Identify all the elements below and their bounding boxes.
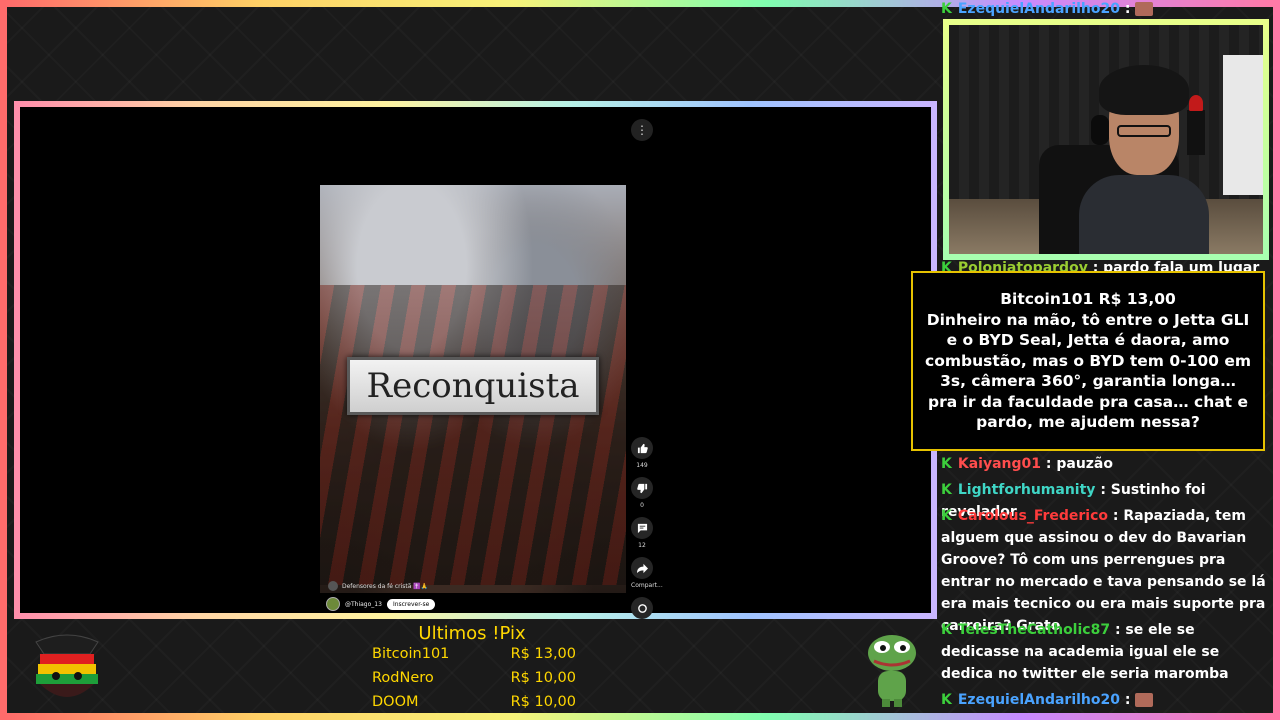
- pix-name: RodNero: [372, 670, 434, 686]
- comments-button[interactable]: 12: [631, 517, 653, 549]
- rasta-mascot-icon: [35, 634, 99, 697]
- chat-text: :: [1124, 1, 1131, 17]
- pix-name: DOOM: [372, 694, 419, 710]
- painting-figures: [320, 285, 626, 585]
- channel-avatar[interactable]: [326, 597, 340, 611]
- microphone: [1187, 110, 1205, 155]
- donation-message: Dinheiro na mão, tô entre o Jetta GLI e …: [925, 310, 1251, 432]
- main-screen-capture: Reconquista Defensores da fé cristã ✝️🙏 …: [14, 101, 937, 619]
- pix-entry: RodNero R$ 10,00: [372, 670, 576, 686]
- chat-message: K Carolous_Frederico : Rapaziada, tem alg…: [941, 505, 1271, 637]
- chat-text: :: [1124, 692, 1131, 708]
- short-video[interactable]: Reconquista Defensores da fé cristã ✝️🙏 …: [320, 113, 626, 613]
- chat-text: : pauzão: [1045, 456, 1113, 472]
- glasses: [1117, 125, 1171, 137]
- pix-amount: R$ 13,00: [510, 646, 576, 662]
- chat-username[interactable]: EzequielAndarilho20: [958, 1, 1120, 17]
- video-title-card: Reconquista: [347, 357, 599, 415]
- pix-amount: R$ 10,00: [510, 670, 576, 686]
- microphone-cap: [1189, 95, 1203, 111]
- pix-entry: Bitcoin101 R$ 13,00: [372, 646, 576, 662]
- kick-badge-icon: K: [941, 508, 952, 524]
- chat-message: K TelesTheCatholic87 : se ele se dedicass…: [941, 619, 1271, 685]
- share-icon: [631, 557, 653, 579]
- chat-username[interactable]: Lightforhumanity: [958, 482, 1096, 498]
- dislike-button[interactable]: 0: [631, 477, 653, 509]
- webcam-feed: [943, 19, 1269, 260]
- kick-badge-icon: K: [941, 692, 952, 708]
- chat-message: K EzequielAndarilho20 :: [941, 689, 1271, 711]
- share-label: Compart...: [631, 582, 663, 589]
- kick-badge-icon: K: [941, 482, 952, 498]
- remix-icon: [631, 597, 653, 619]
- short-caption[interactable]: Defensores da fé cristã ✝️🙏: [328, 581, 428, 591]
- donation-title: Bitcoin101 R$ 13,00: [1000, 290, 1176, 309]
- pix-entry: DOOM R$ 10,00: [372, 694, 576, 710]
- like-button[interactable]: 149: [631, 437, 653, 469]
- short-channel-row: @Thiago_13 Inscrever-se: [326, 597, 436, 611]
- thumbs-down-icon: [631, 477, 653, 499]
- pix-title: Ultimos !Pix: [418, 623, 526, 644]
- chat-username[interactable]: EzequielAndarilho20: [958, 692, 1120, 708]
- headset-icon: [1091, 115, 1109, 145]
- like-count: 149: [636, 462, 648, 469]
- chat-username[interactable]: TelesTheCatholic87: [958, 622, 1110, 638]
- thumbs-up-icon: [631, 437, 653, 459]
- kick-badge-icon: K: [941, 622, 952, 638]
- caption-avatar-icon: [328, 581, 338, 591]
- chat-message: K Kaiyang01 : pauzão: [941, 453, 1271, 475]
- chat-username[interactable]: Carolous_Frederico: [958, 508, 1108, 524]
- short-top-bar: [320, 113, 626, 183]
- donation-alert: Bitcoin101 R$ 13,00 Dinheiro na mão, tô …: [911, 271, 1265, 451]
- pepe-frog-icon: [868, 635, 916, 707]
- dislike-count: 0: [640, 502, 644, 509]
- chat-username[interactable]: Kaiyang01: [958, 456, 1041, 472]
- pix-name: Bitcoin101: [372, 646, 450, 662]
- emote-icon: [1135, 693, 1154, 707]
- vertical-dots-icon[interactable]: ⋮: [631, 119, 653, 141]
- remix-button[interactable]: [631, 597, 653, 619]
- channel-name[interactable]: @Thiago_13: [345, 601, 382, 608]
- chat-message: K EzequielAndarilho20 :: [941, 0, 1271, 20]
- kick-badge-icon: K: [941, 456, 952, 472]
- kick-badge-icon: K: [941, 1, 952, 17]
- short-caption-text: Defensores da fé cristã ✝️🙏: [342, 582, 429, 590]
- short-video-frame[interactable]: Reconquista: [320, 185, 626, 593]
- pix-amount: R$ 10,00: [510, 694, 576, 710]
- window: [1223, 55, 1263, 195]
- emote-icon: [1135, 2, 1154, 16]
- comment-icon: [631, 517, 653, 539]
- share-button[interactable]: Compart...: [631, 557, 663, 589]
- streamer-body: [1079, 175, 1209, 254]
- comment-count: 12: [638, 542, 646, 549]
- chat-text: : Rapaziada, tem alguem que assinou o de…: [941, 508, 1266, 634]
- subscribe-button[interactable]: Inscrever-se: [386, 598, 436, 610]
- streamer-hair: [1099, 65, 1189, 115]
